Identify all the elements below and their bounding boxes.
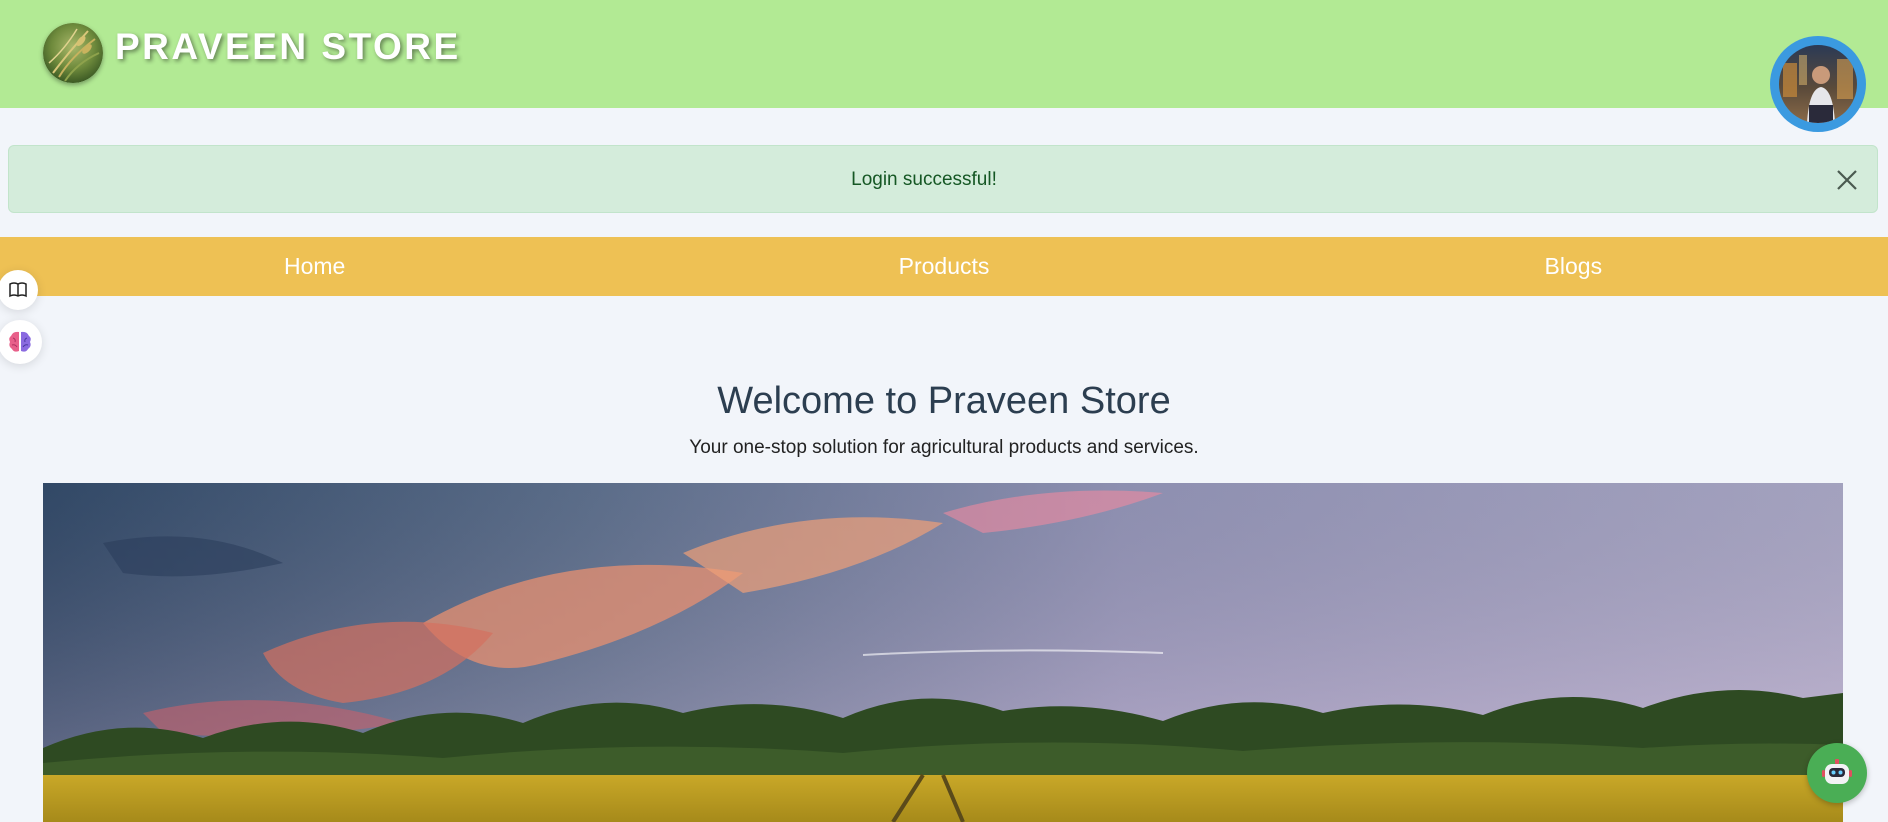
brain-icon[interactable] <box>0 320 42 364</box>
nav-item-home[interactable]: Home <box>0 237 629 296</box>
site-header: PRAVEEN STORE <box>0 0 1888 108</box>
alert-message: Login successful! <box>851 169 997 190</box>
nav-item-blogs[interactable]: Blogs <box>1259 237 1888 296</box>
hero-subtitle: Your one-stop solution for agricultural … <box>689 437 1199 458</box>
user-avatar[interactable] <box>1770 36 1866 132</box>
hero-field-image <box>43 483 1843 822</box>
user-avatar-icon <box>1779 45 1857 123</box>
book-icon[interactable] <box>0 270 38 310</box>
chatbot-button[interactable] <box>1807 743 1867 803</box>
store-name[interactable]: PRAVEEN STORE <box>115 26 461 68</box>
nav-item-products[interactable]: Products <box>629 237 1258 296</box>
login-success-alert: Login successful! <box>8 145 1878 213</box>
main-nav: Home Products Blogs <box>0 237 1888 296</box>
store-logo[interactable] <box>43 23 103 83</box>
robot-icon <box>1822 759 1852 784</box>
close-icon[interactable] <box>1833 166 1861 194</box>
hero-title: Welcome to Praveen Store <box>717 380 1171 422</box>
wheat-logo-icon <box>43 23 103 83</box>
